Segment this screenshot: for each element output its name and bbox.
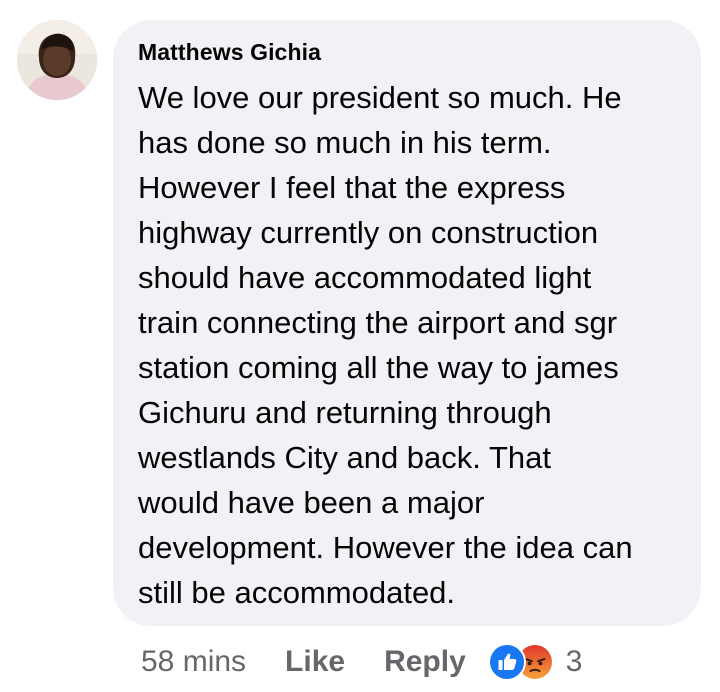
reply-button[interactable]: Reply bbox=[384, 645, 466, 679]
author-avatar[interactable] bbox=[17, 20, 97, 100]
like-reaction-icon bbox=[489, 645, 524, 679]
like-button[interactable]: Like bbox=[285, 645, 345, 679]
comment-timestamp[interactable]: 58 mins bbox=[141, 645, 246, 679]
reaction-count: 3 bbox=[565, 645, 583, 678]
comment-author-name[interactable]: Matthews Gichia bbox=[138, 38, 675, 66]
comment-bubble: Matthews Gichia We love our president so… bbox=[113, 20, 701, 626]
reactions-summary[interactable]: 3 bbox=[489, 645, 583, 679]
comment-text: We love our president so much. He has do… bbox=[138, 80, 633, 610]
avatar-photo bbox=[17, 20, 97, 100]
comment-actions: 58 mins Like Reply 3 bbox=[141, 640, 582, 684]
